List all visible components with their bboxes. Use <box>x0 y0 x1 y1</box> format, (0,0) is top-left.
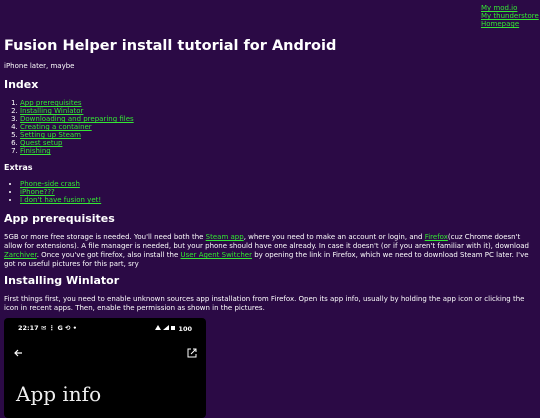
extras-link-crash[interactable]: Phone-side crash <box>20 180 80 188</box>
list-item: Quest setup <box>20 139 134 147</box>
top-links: My mod.io My thunderstore Homepage <box>481 4 539 28</box>
status-time: 22:17 <box>18 324 39 332</box>
prereq-heading: App prerequisites <box>4 212 115 225</box>
index-list: App prerequisites Installing Winlator Do… <box>4 99 134 155</box>
prereq-text: , where you need to make an account or l… <box>243 233 425 241</box>
zarchiver-link[interactable]: Zarchiver <box>4 251 37 259</box>
index-link-downloading[interactable]: Downloading and preparing files <box>20 115 134 123</box>
phone-screenshot: 22:17 ✉ ⋮ G ⟲ • 100 App info <box>4 318 206 418</box>
list-item: App prerequisites <box>20 99 134 107</box>
page-subtitle: iPhone later, maybe <box>4 62 75 70</box>
steam-app-link[interactable]: Steam app <box>206 233 244 241</box>
list-item: Finishing <box>20 147 134 155</box>
index-heading: Index <box>4 78 39 91</box>
index-link-steam[interactable]: Setting up Steam <box>20 131 81 139</box>
list-item: Phone-side crash <box>20 180 101 188</box>
prereq-text: . Once you've got firefox, also install … <box>36 251 181 259</box>
list-item: I don't have fusion yet! <box>20 196 101 204</box>
link-mod-io[interactable]: My mod.io <box>481 4 539 12</box>
extras-list: Phone-side crash iPhone??? I don't have … <box>4 180 101 204</box>
open-external-icon[interactable] <box>187 348 197 358</box>
phone-status-right: 100 <box>154 324 192 334</box>
status-icons: ✉ ⋮ G ⟲ • <box>40 324 77 332</box>
extras-link-iphone[interactable]: iPhone??? <box>20 188 55 196</box>
signal-icons <box>155 325 176 330</box>
list-item: Setting up Steam <box>20 131 134 139</box>
list-item: Creating a container <box>20 123 134 131</box>
phone-status-time: 22:17 ✉ ⋮ G ⟲ • <box>18 324 77 333</box>
user-agent-switcher-link[interactable]: User Agent Switcher <box>181 251 252 259</box>
index-link-finishing[interactable]: Finishing <box>20 147 51 155</box>
firefox-link[interactable]: Firefox <box>425 233 448 241</box>
list-item: Installing Winlator <box>20 107 134 115</box>
battery-level: 100 <box>178 325 192 333</box>
back-arrow-icon[interactable] <box>13 348 23 358</box>
list-item: iPhone??? <box>20 188 101 196</box>
prereq-paragraph: 5GB or more free storage is needed. You'… <box>4 233 536 269</box>
winlator-heading: Installing Winlator <box>4 274 120 287</box>
list-item: Downloading and preparing files <box>20 115 134 123</box>
page-title: Fusion Helper install tutorial for Andro… <box>4 38 337 54</box>
index-link-prerequisites[interactable]: App prerequisites <box>20 99 82 107</box>
extras-link-no-fusion[interactable]: I don't have fusion yet! <box>20 196 101 204</box>
winlator-paragraph: First things first, you need to enable u… <box>4 295 525 312</box>
index-link-container[interactable]: Creating a container <box>20 123 92 131</box>
link-homepage[interactable]: Homepage <box>481 20 539 28</box>
extras-heading: Extras <box>4 163 33 172</box>
app-info-title: App info <box>16 382 102 406</box>
link-thunderstore[interactable]: My thunderstore <box>481 12 539 20</box>
index-link-quest[interactable]: Quest setup <box>20 139 62 147</box>
index-link-winlator[interactable]: Installing Winlator <box>20 107 83 115</box>
prereq-text: 5GB or more free storage is needed. You'… <box>4 233 206 241</box>
